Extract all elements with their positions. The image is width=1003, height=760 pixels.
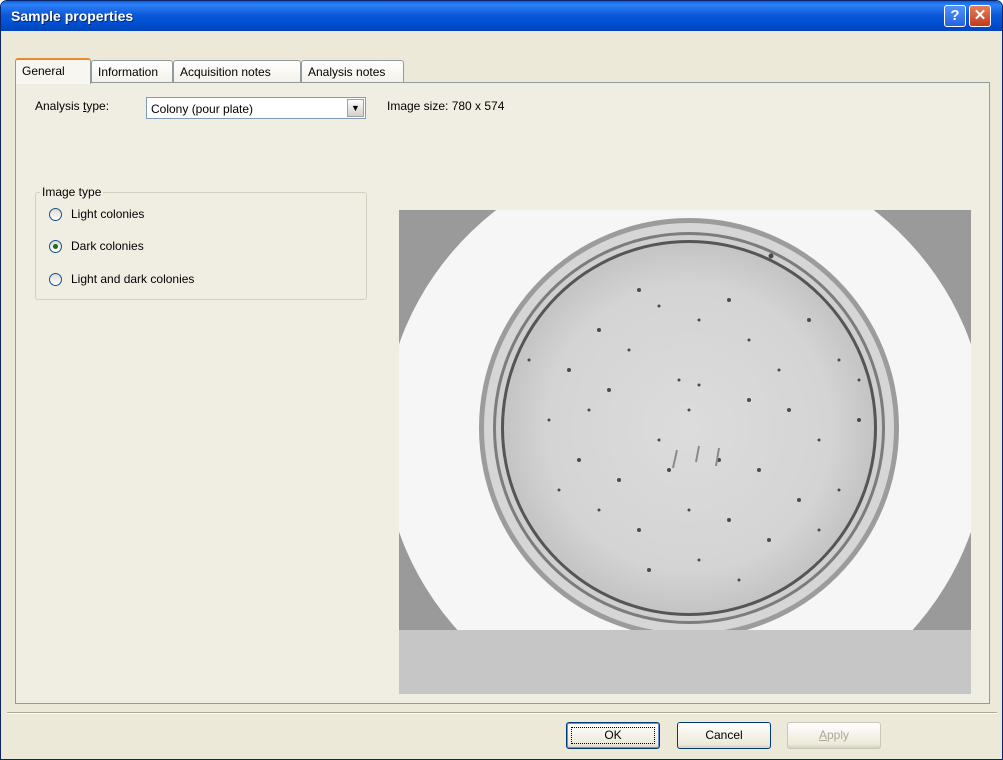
radio-button-checked[interactable]: [49, 240, 62, 253]
tab-label: Acquisition notes: [180, 65, 271, 79]
radio-button[interactable]: [49, 208, 62, 221]
sample-image-preview: [399, 210, 971, 694]
petri-dish-image: [399, 210, 971, 694]
radio-label: Light colonies: [71, 207, 145, 221]
tab-label: Analysis notes: [308, 65, 386, 79]
analysis-type-label: Analysis type:: [35, 99, 110, 113]
image-size-text: Image size: 780 x 574: [387, 99, 505, 113]
radio-button[interactable]: [49, 273, 62, 286]
tab-general[interactable]: General: [15, 58, 91, 84]
cancel-button[interactable]: Cancel: [677, 722, 771, 749]
help-button[interactable]: ?: [944, 5, 966, 27]
radio-label: Dark colonies: [71, 239, 144, 253]
close-icon: ✕: [973, 7, 987, 24]
analysis-type-dropdown[interactable]: Colony (pour plate) ▼: [146, 97, 366, 119]
title-bar[interactable]: Sample properties ? ✕: [1, 1, 1002, 31]
ok-button[interactable]: OK: [566, 722, 660, 749]
window-title: Sample properties: [11, 8, 134, 24]
tab-information[interactable]: Information: [91, 60, 173, 83]
dialog-window: Sample properties ? ✕ General Informatio…: [0, 0, 1003, 760]
apply-button[interactable]: Apply: [787, 722, 881, 749]
apply-label: Apply: [818, 728, 850, 742]
button-divider: [7, 712, 997, 714]
close-button[interactable]: ✕: [969, 5, 991, 27]
tab-analysis-notes[interactable]: Analysis notes: [301, 60, 404, 83]
focus-ring: [571, 727, 655, 744]
analysis-type-value: Colony (pour plate): [151, 102, 254, 116]
tab-label: General: [22, 64, 65, 78]
tab-label: Information: [98, 65, 159, 79]
cancel-label: Cancel: [705, 728, 743, 742]
help-icon: ?: [950, 7, 960, 24]
image-type-legend: Image type: [40, 185, 104, 199]
chevron-down-icon[interactable]: ▼: [347, 99, 364, 117]
radio-label: Light and dark colonies: [71, 272, 195, 286]
tab-acquisition-notes[interactable]: Acquisition notes: [173, 60, 301, 83]
